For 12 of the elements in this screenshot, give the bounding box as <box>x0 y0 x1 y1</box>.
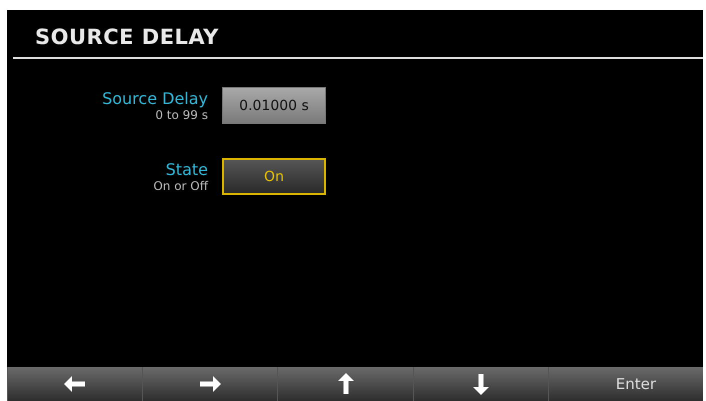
value-button[interactable]: On <box>222 158 326 195</box>
arrow-key[interactable] <box>7 367 142 401</box>
arrow-key[interactable] <box>277 367 413 401</box>
value-button[interactable]: 0.01000 s <box>222 87 326 124</box>
arrow-key[interactable] <box>142 367 278 401</box>
setting-range: On or Off <box>153 178 208 192</box>
setting-range: 0 to 99 s <box>155 108 208 122</box>
enter-key[interactable]: Enter <box>548 367 704 401</box>
setting-label: State <box>166 160 208 178</box>
setting-label: Source Delay <box>102 90 208 108</box>
screen-title: SOURCE DELAY <box>34 24 220 51</box>
arrow-key[interactable] <box>412 367 548 401</box>
